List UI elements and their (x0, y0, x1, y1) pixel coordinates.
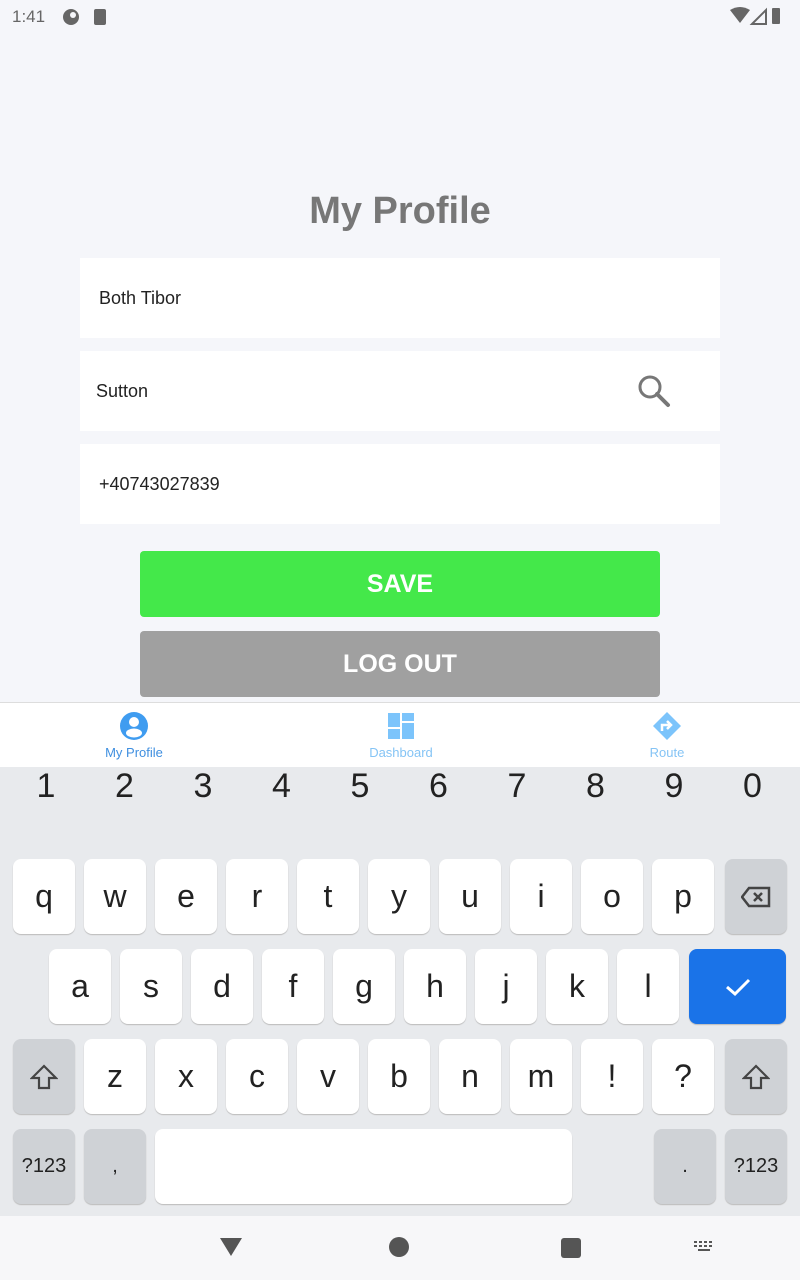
name-value: Both Tibor (99, 287, 182, 308)
symbols-key-left[interactable]: ?123 (13, 1129, 75, 1204)
number-key-5[interactable]: 5 (330, 767, 390, 806)
enter-key[interactable] (689, 949, 786, 1024)
key-l[interactable]: l (617, 949, 679, 1024)
key-e[interactable]: e (155, 859, 217, 934)
key-a[interactable]: a (49, 949, 111, 1024)
key-![interactable]: ! (581, 1039, 643, 1114)
name-input[interactable]: Both Tibor (80, 258, 720, 338)
bottom-nav: My Profile Dashboard Route (0, 702, 800, 767)
backspace-key[interactable] (725, 859, 787, 934)
search-icon[interactable] (636, 373, 672, 409)
backspace-icon (741, 886, 771, 907)
key-q[interactable]: q (13, 859, 75, 934)
shift-icon (30, 1063, 58, 1089)
key-t[interactable]: t (297, 859, 359, 934)
key-w[interactable]: w (84, 859, 146, 934)
shift-icon (742, 1063, 770, 1089)
account-circle-icon (120, 712, 148, 740)
save-button[interactable]: SAVE (140, 551, 660, 617)
key-z[interactable]: z (84, 1039, 146, 1114)
symbols-key-right[interactable]: ?123 (725, 1129, 787, 1204)
number-key-2[interactable]: 2 (95, 767, 155, 806)
key-v[interactable]: v (297, 1039, 359, 1114)
shift-key-right[interactable] (725, 1039, 787, 1114)
key-y[interactable]: y (368, 859, 430, 934)
city-input[interactable]: Sutton (80, 351, 720, 431)
key-p[interactable]: p (652, 859, 714, 934)
comma-key[interactable]: , (84, 1129, 146, 1204)
key-u[interactable]: u (439, 859, 501, 934)
key-o[interactable]: o (581, 859, 643, 934)
clock: 1:41 (12, 7, 46, 26)
home-icon[interactable] (388, 1236, 410, 1258)
status-bar: 1:41 (0, 0, 800, 34)
nav-route[interactable]: Route (567, 703, 767, 768)
recents-icon[interactable] (560, 1237, 582, 1259)
key-f[interactable]: f (262, 949, 324, 1024)
nav-label: Dashboard (369, 745, 433, 760)
phone-value: +40743027839 (99, 473, 220, 494)
number-key-8[interactable]: 8 (566, 767, 626, 806)
number-key-7[interactable]: 7 (487, 767, 547, 806)
keyboard: 1 2 3 4 5 6 7 8 9 0 q w e r t y u i o p a s d f g h j k l z x c v b n m!? ?1… (0, 767, 800, 1216)
city-value: Sutton (96, 380, 149, 401)
key-s[interactable]: s (120, 949, 182, 1024)
key-c[interactable]: c (226, 1039, 288, 1114)
checkmark-icon (725, 978, 750, 996)
directions-icon (653, 712, 681, 740)
key-?[interactable]: ? (652, 1039, 714, 1114)
key-x[interactable]: x (155, 1039, 217, 1114)
phone-input[interactable]: +40743027839 (80, 444, 720, 524)
key-j[interactable]: j (475, 949, 537, 1024)
number-key-6[interactable]: 6 (409, 767, 469, 806)
keyboard-switch-icon[interactable] (694, 1241, 716, 1255)
nav-dashboard[interactable]: Dashboard (301, 703, 501, 768)
period-key[interactable]: . (654, 1129, 716, 1204)
number-key-9[interactable]: 9 (644, 767, 704, 806)
key-g[interactable]: g (333, 949, 395, 1024)
notification-icons (63, 9, 106, 25)
number-key-3[interactable]: 3 (173, 767, 233, 806)
page-title: My Profile (309, 190, 491, 232)
wifi-signal-battery-icons (730, 7, 780, 25)
number-key-0[interactable]: 0 (723, 767, 783, 806)
back-icon[interactable] (219, 1236, 243, 1258)
key-n[interactable]: n (439, 1039, 501, 1114)
nav-label: My Profile (105, 745, 163, 760)
key-d[interactable]: d (191, 949, 253, 1024)
nav-label: Route (649, 745, 685, 760)
key-m[interactable]: m (510, 1039, 572, 1114)
space-key[interactable] (155, 1129, 572, 1204)
key-i[interactable]: i (510, 859, 572, 934)
key-b[interactable]: b (368, 1039, 430, 1114)
shift-key-left[interactable] (13, 1039, 75, 1114)
system-nav-bar (0, 1216, 800, 1280)
key-h[interactable]: h (404, 949, 466, 1024)
number-key-4[interactable]: 4 (252, 767, 312, 806)
key-r[interactable]: r (226, 859, 288, 934)
dashboard-icon (388, 713, 414, 739)
logout-button[interactable]: LOG OUT (140, 631, 660, 697)
key-k[interactable]: k (546, 949, 608, 1024)
number-key-1[interactable]: 1 (16, 767, 76, 806)
nav-my-profile[interactable]: My Profile (34, 703, 234, 768)
